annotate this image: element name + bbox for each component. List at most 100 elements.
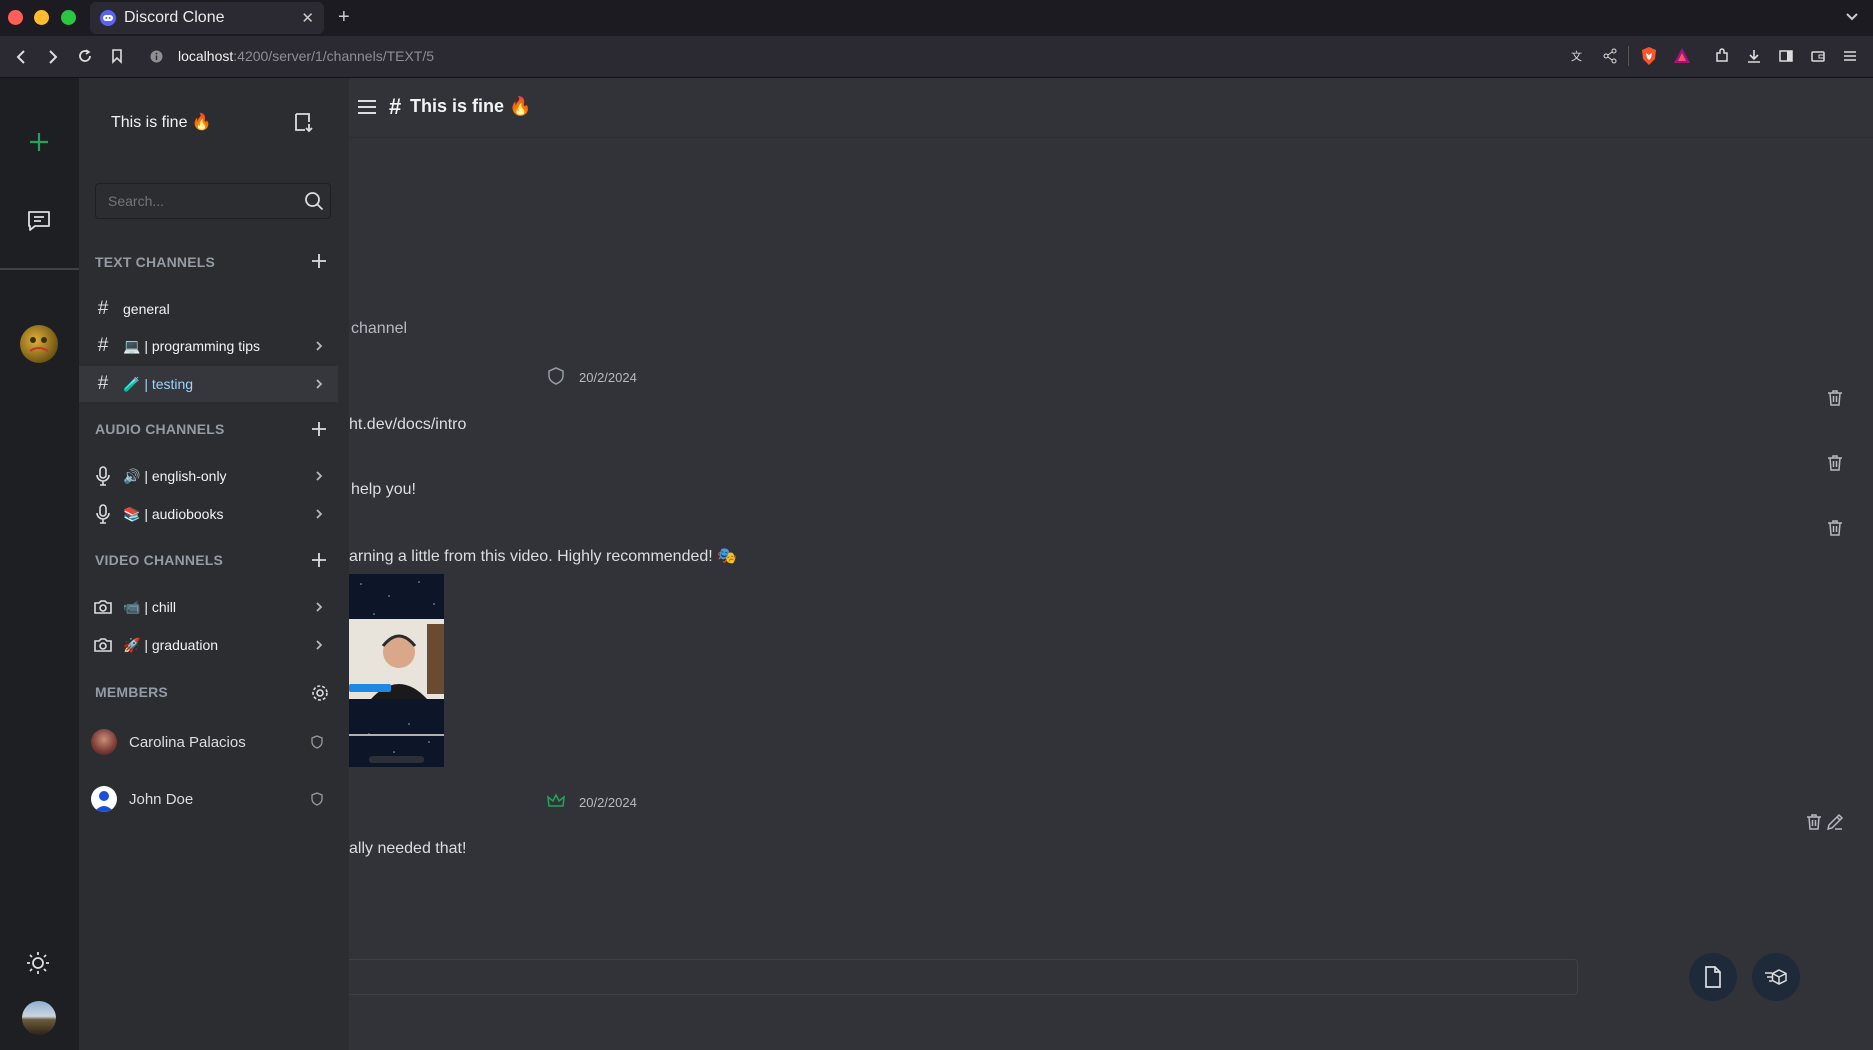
tab-close-icon[interactable]: ✕: [301, 9, 314, 27]
add-server-icon[interactable]: [27, 130, 51, 154]
discord-favicon-icon: [100, 10, 116, 26]
url-host: localhost: [178, 48, 234, 64]
hash-icon: #: [97, 335, 109, 356]
channel-testing[interactable]: # 🧪 | testing: [79, 366, 338, 402]
chevron-right-icon: [314, 470, 324, 482]
send-cube-icon: [1765, 969, 1787, 985]
delete-message-trash-icon[interactable]: [1806, 813, 1822, 831]
chat-area: # This is fine 🔥 channel 20/2/2024 ht.de…: [349, 78, 1873, 1050]
bookmark-icon[interactable]: [110, 48, 124, 64]
address-bar[interactable]: localhost:4200/server/1/channels/TEXT/5: [178, 48, 434, 64]
add-video-channel-icon[interactable]: [310, 551, 328, 569]
server-avatar[interactable]: [20, 325, 58, 363]
browser-menu-icon[interactable]: [1842, 48, 1858, 64]
tab-title: Discord Clone: [124, 9, 225, 26]
server-menu-icon[interactable]: [292, 111, 314, 133]
hamburger-menu-icon[interactable]: [357, 99, 377, 115]
chevron-right-icon: [314, 378, 324, 390]
wallet-icon[interactable]: [1810, 48, 1826, 64]
members-settings-gear-icon[interactable]: [310, 683, 330, 703]
reload-icon[interactable]: [77, 48, 93, 64]
member-carolina-palacios[interactable]: Carolina Palacios: [79, 722, 338, 762]
members-header: MEMBERS: [95, 684, 168, 700]
direct-messages-icon[interactable]: [26, 208, 52, 234]
channel-label: 🚀 | graduation: [123, 636, 219, 653]
rail-divider: [0, 268, 79, 270]
discord-app: This is fine 🔥 TEXT CHANNELS # general #…: [0, 78, 1873, 1050]
server-name[interactable]: This is fine 🔥: [111, 112, 212, 132]
chevron-right-icon: [314, 601, 324, 613]
channel-english-only[interactable]: 🔊 | english-only: [79, 458, 338, 494]
channel-audiobooks[interactable]: 📚 | audiobooks: [79, 496, 338, 532]
text-channels-header: TEXT CHANNELS: [95, 254, 216, 270]
downloads-icon[interactable]: [1746, 48, 1762, 64]
site-info-icon[interactable]: [150, 50, 163, 63]
svg-text:文: 文: [1571, 49, 1582, 63]
search-input[interactable]: [96, 184, 296, 218]
channel-graduation[interactable]: 🚀 | graduation: [79, 627, 338, 663]
search-icon[interactable]: [304, 191, 324, 211]
add-text-channel-icon[interactable]: [310, 252, 328, 270]
back-icon[interactable]: [14, 49, 28, 65]
message-input[interactable]: [349, 959, 1578, 995]
video-channels-header: VIDEO CHANNELS: [95, 552, 224, 568]
browser-tab[interactable]: Discord Clone ✕: [90, 2, 324, 34]
chevron-right-icon: [314, 340, 324, 352]
channel-label: 📹 | chill: [123, 598, 176, 615]
brave-rewards-icon[interactable]: [1673, 47, 1691, 65]
moderator-shield-icon: [547, 367, 565, 385]
minimize-window-button[interactable]: [34, 10, 49, 25]
channel-label: general: [123, 301, 170, 317]
tab-list-chevron-icon[interactable]: [1845, 9, 1859, 23]
send-button[interactable]: [1752, 953, 1800, 1001]
video-thumbnail: [349, 574, 444, 767]
extensions-icon[interactable]: [1714, 48, 1730, 64]
member-avatar: [91, 729, 117, 755]
message-date: 20/2/2024: [579, 795, 637, 810]
forward-icon[interactable]: [46, 49, 60, 65]
add-audio-channel-icon[interactable]: [310, 420, 328, 438]
chevron-right-icon: [314, 639, 324, 651]
member-john-doe[interactable]: John Doe: [79, 779, 338, 819]
message-date: 20/2/2024: [579, 370, 637, 385]
sidebar-toggle-icon[interactable]: [1778, 48, 1794, 64]
camera-icon: [93, 637, 113, 653]
file-icon: [1705, 966, 1721, 988]
translate-icon[interactable]: 文: [1570, 48, 1586, 64]
shield-icon: [310, 735, 324, 749]
theme-toggle-sun-icon[interactable]: [25, 950, 51, 976]
browser-tabbar: Discord Clone ✕ +: [0, 0, 1873, 36]
message-text: ht.dev/docs/intro: [349, 416, 467, 433]
toolbar-divider: [1628, 46, 1629, 66]
brave-shield-icon[interactable]: [1640, 46, 1658, 66]
close-window-button[interactable]: [8, 10, 23, 25]
server-rail: [0, 78, 79, 1050]
new-tab-icon[interactable]: +: [338, 6, 350, 29]
audio-channels-header: AUDIO CHANNELS: [95, 421, 225, 437]
video-embed[interactable]: [349, 574, 444, 767]
maximize-window-button[interactable]: [61, 10, 76, 25]
url-path: :4200/server/1/channels/TEXT/5: [233, 48, 435, 64]
channel-programming-tips[interactable]: # 💻 | programming tips: [79, 328, 338, 364]
share-icon[interactable]: [1602, 48, 1618, 64]
header-hash-icon: #: [389, 94, 402, 119]
microphone-icon: [93, 466, 113, 486]
member-avatar: [91, 786, 117, 812]
delete-message-trash-icon[interactable]: [1827, 519, 1843, 537]
delete-message-trash-icon[interactable]: [1827, 389, 1843, 407]
delete-message-trash-icon[interactable]: [1827, 454, 1843, 472]
channel-general[interactable]: # general: [79, 291, 338, 327]
message-text: ally needed that!: [349, 840, 467, 857]
user-avatar[interactable]: [22, 1001, 56, 1035]
owner-crown-icon: [547, 793, 565, 809]
hash-icon: #: [97, 373, 109, 394]
edit-message-pencil-icon[interactable]: [1826, 813, 1844, 831]
channel-label: 🔊 | english-only: [123, 467, 227, 484]
microphone-icon: [93, 504, 113, 524]
channel-chill[interactable]: 📹 | chill: [79, 589, 338, 625]
camera-icon: [93, 599, 113, 615]
attach-file-button[interactable]: [1689, 953, 1737, 1001]
channel-sidebar: This is fine 🔥 TEXT CHANNELS # general #…: [79, 78, 349, 1050]
channel-intro-text: channel: [351, 320, 408, 337]
chat-header: # This is fine 🔥: [349, 78, 1873, 138]
